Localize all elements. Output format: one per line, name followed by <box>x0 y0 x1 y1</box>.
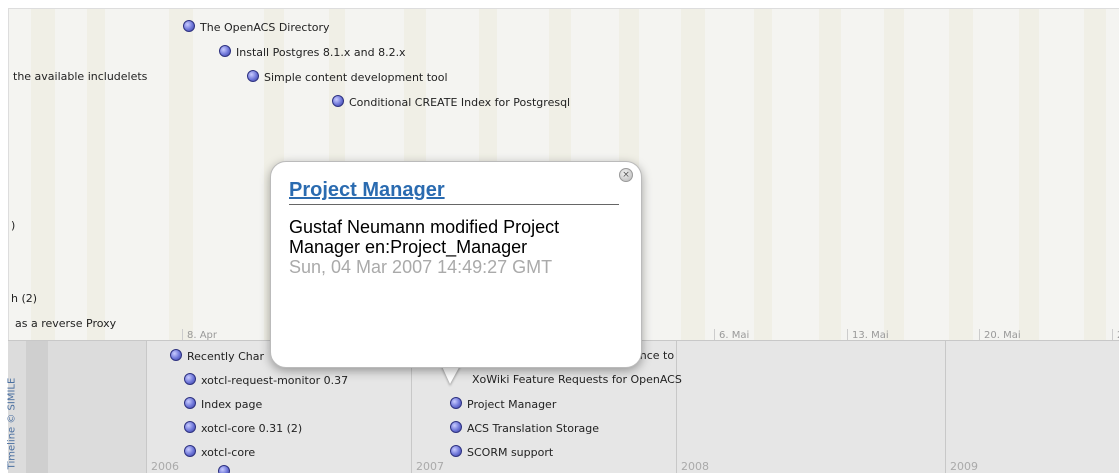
event-install-postgres[interactable]: Install Postgres 8.1.x and 8.2.x <box>219 45 406 59</box>
simile-credit[interactable]: Timeline © SIMILE <box>0 378 17 473</box>
event-dot-icon[interactable] <box>450 421 462 433</box>
year-label: 2008 <box>681 460 709 473</box>
event-content-dev-tool[interactable]: Simple content development tool <box>247 70 448 84</box>
simile-credit-label[interactable]: Timeline © SIMILE <box>6 378 17 470</box>
clipped-event-label[interactable]: the available includelets <box>13 70 147 84</box>
popup-description: Gustaf Neumann modified Project Manager … <box>289 217 560 257</box>
event-xotcl-core[interactable]: xotcl-core <box>184 445 255 459</box>
year-label: 2007 <box>416 460 444 473</box>
event-label[interactable]: xotcl-request-monitor 0.37 <box>201 374 348 387</box>
popup-title-link[interactable]: Project Manager <box>289 179 619 205</box>
event-label[interactable]: xotcl-core <box>201 446 255 459</box>
year-label: 2006 <box>151 460 179 473</box>
event-label[interactable]: ACS Translation Storage <box>467 422 599 435</box>
popup-date: Sun, 04 Mar 2007 14:49:27 GMT <box>289 257 553 277</box>
event-dot-icon[interactable] <box>183 20 195 32</box>
year-divider: 2008 <box>676 341 941 473</box>
year-label: 2009 <box>950 460 978 473</box>
event-conditional-create-index[interactable]: Conditional CREATE Index for Postgresql <box>332 95 570 109</box>
event-label[interactable]: XoWiki Feature Requests for OpenACS <box>472 373 682 386</box>
event-label[interactable]: Recently Char <box>187 350 264 363</box>
event-label[interactable]: Install Postgres 8.1.x and 8.2.x <box>236 46 406 59</box>
year-divider: 2009 <box>945 341 1119 473</box>
event-recently-changed[interactable]: Recently Char <box>170 349 264 363</box>
event-dot-icon[interactable] <box>184 445 196 457</box>
event-label[interactable]: Conditional CREATE Index for Postgresql <box>349 96 570 109</box>
event-dot-icon[interactable] <box>184 421 196 433</box>
event-dot-icon[interactable] <box>247 70 259 82</box>
event-openacs-directory[interactable]: The OpenACS Directory <box>183 20 330 34</box>
event-dot-icon[interactable] <box>184 397 196 409</box>
event-index-page[interactable]: Index page <box>184 397 262 411</box>
event-label[interactable]: Index page <box>201 398 262 411</box>
event-dot-icon[interactable] <box>450 397 462 409</box>
event-dot-icon[interactable] <box>332 95 344 107</box>
event-clipped-dot[interactable] <box>218 465 235 473</box>
event-xowiki-feature-requests[interactable]: XoWiki Feature Requests for OpenACS <box>472 373 682 387</box>
event-xotcl-core-031[interactable]: xotcl-core 0.31 (2) <box>184 421 302 435</box>
event-project-manager[interactable]: Project Manager <box>450 397 556 411</box>
event-request-monitor[interactable]: xotcl-request-monitor 0.37 <box>184 373 348 387</box>
event-dot-icon[interactable] <box>170 349 182 361</box>
event-scorm-support[interactable]: SCORM support <box>450 445 553 459</box>
event-acs-translation[interactable]: ACS Translation Storage <box>450 421 599 435</box>
event-info-bubble: × Project Manager Gustaf Neumann modifie… <box>270 161 642 368</box>
clipped-event-label[interactable]: as a reverse Proxy <box>15 317 116 331</box>
event-label[interactable]: The OpenACS Directory <box>200 21 330 34</box>
event-dot-icon[interactable] <box>218 465 230 473</box>
event-dot-icon[interactable] <box>219 45 231 57</box>
clipped-event-label[interactable]: ) <box>11 219 15 233</box>
event-label[interactable]: xotcl-core 0.31 (2) <box>201 422 302 435</box>
close-icon[interactable]: × <box>619 168 633 182</box>
event-dot-icon[interactable] <box>184 373 196 385</box>
event-dot-icon[interactable] <box>450 445 462 457</box>
event-label[interactable]: SCORM support <box>467 446 553 459</box>
event-label[interactable]: Project Manager <box>467 398 556 411</box>
timeline-widget[interactable]: the available includelets ) h (2) as a r… <box>0 0 1119 473</box>
clipped-event-label[interactable]: h (2) <box>11 292 37 306</box>
overview-highlight <box>26 341 48 473</box>
event-label[interactable]: Simple content development tool <box>264 71 448 84</box>
